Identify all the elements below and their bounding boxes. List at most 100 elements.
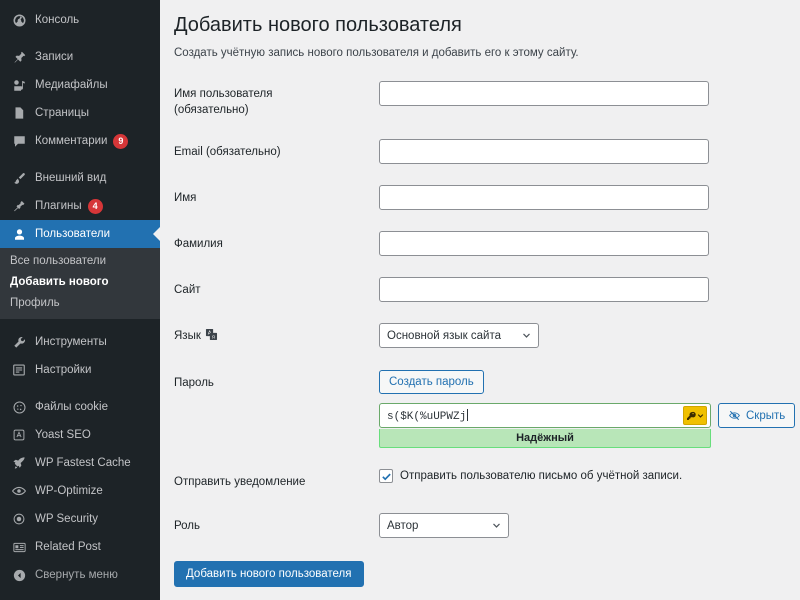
username-field-wrap — [379, 81, 800, 106]
eye-slash-icon — [728, 409, 741, 422]
username-label-line1: Имя пользователя — [174, 88, 273, 100]
first-name-label: Имя — [174, 192, 197, 204]
form-row-password: Пароль Создать пароль s($K(%uUPWZj Надёж… — [174, 370, 800, 448]
username-label: Имя пользователя (обязательно) — [174, 81, 379, 118]
dashboard-icon — [10, 11, 28, 29]
yoast-seo-icon — [10, 426, 28, 444]
add-new-user-button[interactable]: Добавить нового пользователя — [174, 561, 364, 587]
translate-icon: Aя — [205, 328, 218, 341]
form-row-first-name: Имя — [174, 185, 800, 210]
last-name-label: Фамилия — [174, 238, 223, 250]
email-input[interactable] — [379, 139, 709, 164]
sidebar-item-plugins[interactable]: Плагины 4 — [0, 192, 160, 220]
language-select[interactable]: Основной язык сайта — [379, 323, 539, 348]
sidebar-item-label: Комментарии — [35, 135, 108, 147]
collapse-arrow-icon — [10, 566, 28, 584]
send-notification-checkbox-label: Отправить пользователю письмо об учётной… — [400, 470, 683, 482]
sidebar-item-pages[interactable]: Страницы — [0, 99, 160, 127]
sidebar-item-label: WP Security — [35, 513, 99, 525]
submenu-item-add-new[interactable]: Добавить нового — [0, 272, 160, 293]
users-submenu: Все пользователи Добавить нового Профиль — [0, 248, 160, 319]
password-input-value: s($K(%uUPWZj — [387, 410, 467, 423]
last-name-input[interactable] — [379, 231, 709, 256]
fastest-cache-rocket-icon — [10, 454, 28, 472]
pin-icon — [10, 48, 28, 66]
sidebar-item-users[interactable]: Пользователи — [0, 220, 160, 248]
sidebar-item-media[interactable]: Медиафайлы — [0, 71, 160, 99]
send-notification-checkbox[interactable] — [379, 469, 393, 483]
notification-label: Отправить уведомление — [174, 476, 306, 488]
key-dropdown-icon[interactable] — [683, 406, 707, 425]
sidebar-item-posts[interactable]: Записи — [0, 43, 160, 71]
sidebar-item-wp-security[interactable]: WP Security — [0, 505, 160, 533]
email-label: Email (обязательно) — [174, 146, 281, 158]
sidebar-item-label: WP-Optimize — [35, 485, 103, 497]
submit-row: Добавить нового пользователя — [174, 561, 800, 587]
website-input[interactable] — [379, 277, 709, 302]
website-field-wrap — [379, 277, 800, 302]
sidebar-item-label: Файлы cookie — [35, 401, 108, 413]
sidebar-item-label: Записи — [35, 51, 74, 63]
language-field-wrap: Основной язык сайта — [379, 323, 800, 348]
notification-checkbox-row[interactable]: Отправить пользователю письмо об учётной… — [379, 469, 800, 483]
pages-icon — [10, 104, 28, 122]
generate-password-row: Создать пароль — [379, 370, 800, 394]
sidebar-item-label: Плагины — [35, 200, 82, 212]
sidebar-item-wp-optimize[interactable]: WP-Optimize — [0, 477, 160, 505]
plugins-count-badge: 4 — [87, 198, 103, 214]
chevron-down-icon — [492, 520, 501, 529]
comment-icon — [10, 132, 28, 150]
appearance-brush-icon — [10, 169, 28, 187]
sidebar-divider — [0, 384, 160, 393]
username-input[interactable] — [379, 81, 709, 106]
sidebar-item-appearance[interactable]: Внешний вид — [0, 164, 160, 192]
email-field-wrap — [379, 139, 800, 164]
password-field-wrap: Создать пароль s($K(%uUPWZj Надёжный Скр… — [379, 370, 800, 448]
sidebar-item-related-post[interactable]: Related Post — [0, 533, 160, 561]
sidebar-item-wp-fastest-cache[interactable]: WP Fastest Cache — [0, 449, 160, 477]
hide-password-label: Скрыть — [746, 409, 786, 422]
sidebar-item-cookies[interactable]: Файлы cookie — [0, 393, 160, 421]
submenu-item-profile[interactable]: Профиль — [0, 293, 160, 314]
password-column: s($K(%uUPWZj Надёжный — [379, 403, 711, 448]
generate-password-button[interactable]: Создать пароль — [379, 370, 484, 394]
first-name-input[interactable] — [379, 185, 709, 210]
add-user-form: Имя пользователя (обязательно) Email (об… — [174, 81, 800, 587]
hide-password-button[interactable]: Скрыть — [718, 403, 796, 428]
sidebar-item-label: Консоль — [35, 14, 80, 26]
collapse-menu-button[interactable]: Свернуть меню — [0, 561, 160, 589]
role-select[interactable]: Автор — [379, 513, 509, 538]
password-input-box[interactable]: s($K(%uUPWZj — [379, 403, 711, 428]
sidebar-item-label: Related Post — [35, 541, 101, 553]
submenu-item-all-users[interactable]: Все пользователи — [0, 251, 160, 272]
sidebar-divider — [0, 34, 160, 43]
form-row-language: Язык Aя Основной язык сайта — [174, 323, 800, 348]
role-selected-value: Автор — [387, 519, 419, 532]
page-description: Создать учётную запись нового пользовате… — [174, 47, 579, 59]
notification-field-wrap: Отправить пользователю письмо об учётной… — [379, 469, 800, 483]
form-row-email: Email (обязательно) — [174, 139, 800, 164]
language-selected-value: Основной язык сайта — [387, 329, 502, 342]
language-label-text: Язык — [174, 330, 201, 342]
sidebar-item-dashboard[interactable]: Консоль — [0, 6, 160, 34]
sidebar-item-comments[interactable]: Комментарии 9 — [0, 127, 160, 155]
sidebar-item-label: Инструменты — [35, 336, 107, 348]
wp-optimize-eye-icon — [10, 482, 28, 500]
sidebar-item-settings[interactable]: Настройки — [0, 356, 160, 384]
wp-security-shield-icon — [10, 510, 28, 528]
collapse-menu-label: Свернуть меню — [35, 569, 118, 581]
language-label: Язык Aя — [174, 323, 379, 344]
sidebar-item-tools[interactable]: Инструменты — [0, 328, 160, 356]
form-row-role: Роль Автор — [174, 513, 800, 538]
related-post-list-icon — [10, 538, 28, 556]
password-label: Пароль — [174, 377, 214, 389]
sidebar-item-label: Страницы — [35, 107, 89, 119]
svg-text:я: я — [212, 335, 215, 341]
main-content: Добавить нового пользователя Создать учё… — [160, 0, 800, 600]
sidebar-divider — [0, 319, 160, 328]
form-row-username: Имя пользователя (обязательно) — [174, 81, 800, 118]
cookie-icon — [10, 398, 28, 416]
sidebar-item-yoast-seo[interactable]: Yoast SEO — [0, 421, 160, 449]
password-strength-indicator: Надёжный — [379, 429, 711, 448]
sidebar-item-label: WP Fastest Cache — [35, 457, 131, 469]
